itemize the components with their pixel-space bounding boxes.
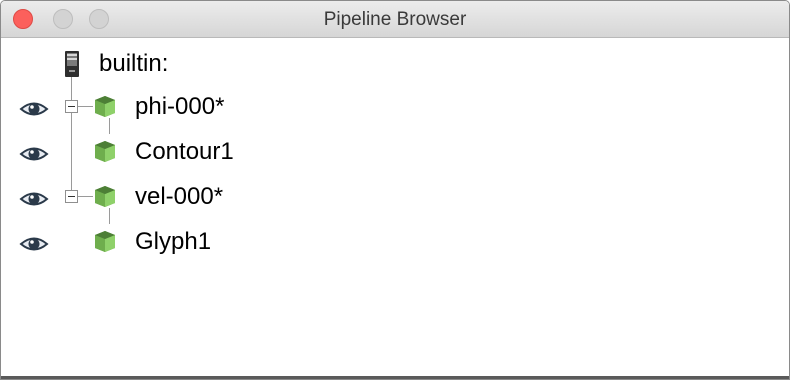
server-icon <box>65 51 79 77</box>
eye-visibility-icon[interactable] <box>19 100 49 118</box>
collapse-toggle[interactable] <box>65 100 78 113</box>
tree-item-contour1[interactable]: Contour1 <box>1 133 789 173</box>
tree-item-phi-000[interactable]: phi-000* <box>1 88 789 128</box>
tree-item-label: Contour1 <box>135 138 234 165</box>
eye-visibility-icon[interactable] <box>19 235 49 253</box>
collapse-toggle[interactable] <box>65 190 78 203</box>
eye-visibility-icon[interactable] <box>19 190 49 208</box>
window-title: Pipeline Browser <box>323 9 467 30</box>
source-cube-icon <box>95 186 115 207</box>
tree-item-label: builtin: <box>99 50 169 77</box>
tree-item-vel-000[interactable]: vel-000* <box>1 178 789 218</box>
tree-item-builtin[interactable]: builtin: <box>1 46 789 86</box>
title-bar[interactable]: Pipeline Browser <box>1 1 789 38</box>
filter-cube-icon <box>95 231 115 252</box>
tree-item-label: Glyph1 <box>135 228 212 255</box>
source-cube-icon <box>95 96 115 117</box>
filter-cube-icon <box>95 141 115 162</box>
pipeline-browser-window: Pipeline Browser builtin: phi-000* Conto… <box>0 0 790 380</box>
pipeline-tree[interactable]: builtin: phi-000* Contour1 vel-000* Glyp… <box>1 38 789 379</box>
tree-item-label: phi-000* <box>135 93 225 120</box>
tree-item-label: vel-000* <box>135 183 224 210</box>
eye-visibility-icon[interactable] <box>19 145 49 163</box>
tree-item-glyph1[interactable]: Glyph1 <box>1 223 789 263</box>
